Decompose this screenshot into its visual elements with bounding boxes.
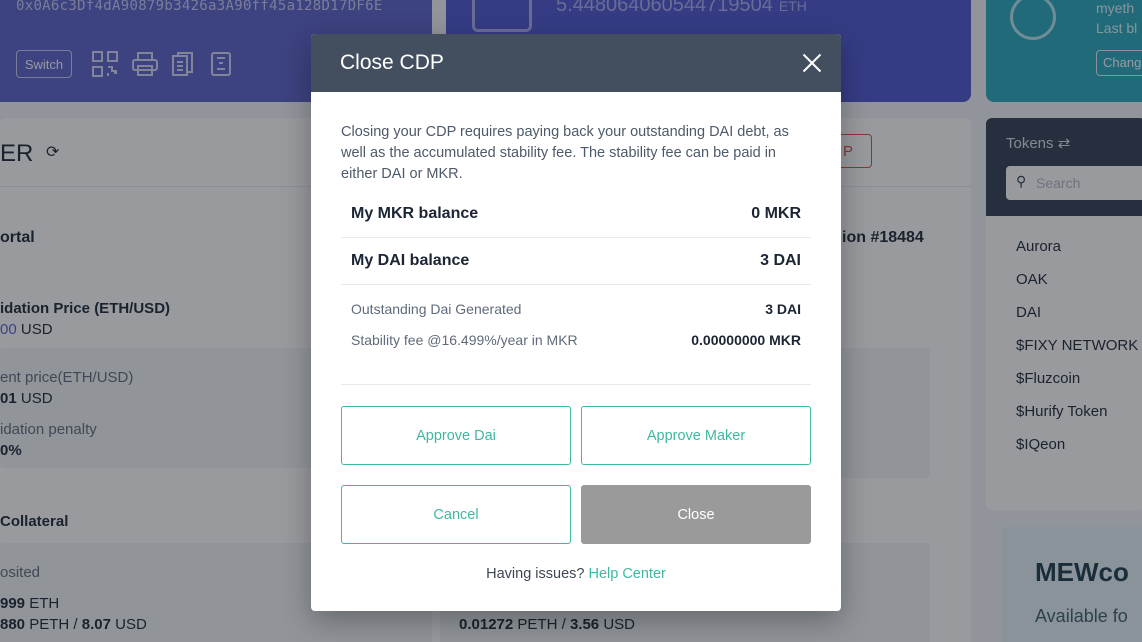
modal-description: Closing your CDP requires paying back yo… <box>341 124 789 182</box>
dai-balance-label: My DAI balance <box>351 252 470 269</box>
outstanding-dai-label: Outstanding Dai Generated <box>351 300 522 317</box>
action-buttons: Cancel Close <box>341 485 811 544</box>
approve-dai-button[interactable]: Approve Dai <box>341 406 571 465</box>
modal-header: Close CDP <box>311 34 841 92</box>
stability-fee-label: Stability fee @16.499%/year in MKR <box>351 331 578 348</box>
stability-fee-row: Stability fee @16.499%/year in MKR 0.000… <box>351 324 801 355</box>
stability-fee-value: 0.00000000 MKR <box>691 331 801 348</box>
help-center-link[interactable]: Help Center <box>588 566 665 582</box>
close-icon[interactable] <box>801 52 823 74</box>
mkr-balance-value: 0 MKR <box>751 205 801 222</box>
outstanding-dai-row: Outstanding Dai Generated 3 DAI <box>351 293 801 324</box>
dai-balance-value: 3 DAI <box>760 252 801 269</box>
modal-title: Close CDP <box>340 51 444 74</box>
fee-info: Outstanding Dai Generated 3 DAI Stabilit… <box>341 293 811 385</box>
help-text: Having issues? Help Center <box>341 566 811 582</box>
cancel-button[interactable]: Cancel <box>341 485 571 544</box>
approve-maker-button[interactable]: Approve Maker <box>581 406 811 465</box>
mkr-balance-row: My MKR balance 0 MKR <box>341 191 811 238</box>
close-cdp-modal: Close CDP Closing your CDP requires payi… <box>311 34 841 611</box>
mkr-balance-label: My MKR balance <box>351 205 479 222</box>
dai-balance-row: My DAI balance 3 DAI <box>341 238 811 285</box>
approve-buttons: Approve Dai Approve Maker <box>341 406 811 465</box>
help-prefix: Having issues? <box>486 566 585 582</box>
close-cdp-button[interactable]: Close <box>581 485 811 544</box>
outstanding-dai-value: 3 DAI <box>765 300 801 317</box>
modal-body: Closing your CDP requires paying back yo… <box>311 92 841 582</box>
